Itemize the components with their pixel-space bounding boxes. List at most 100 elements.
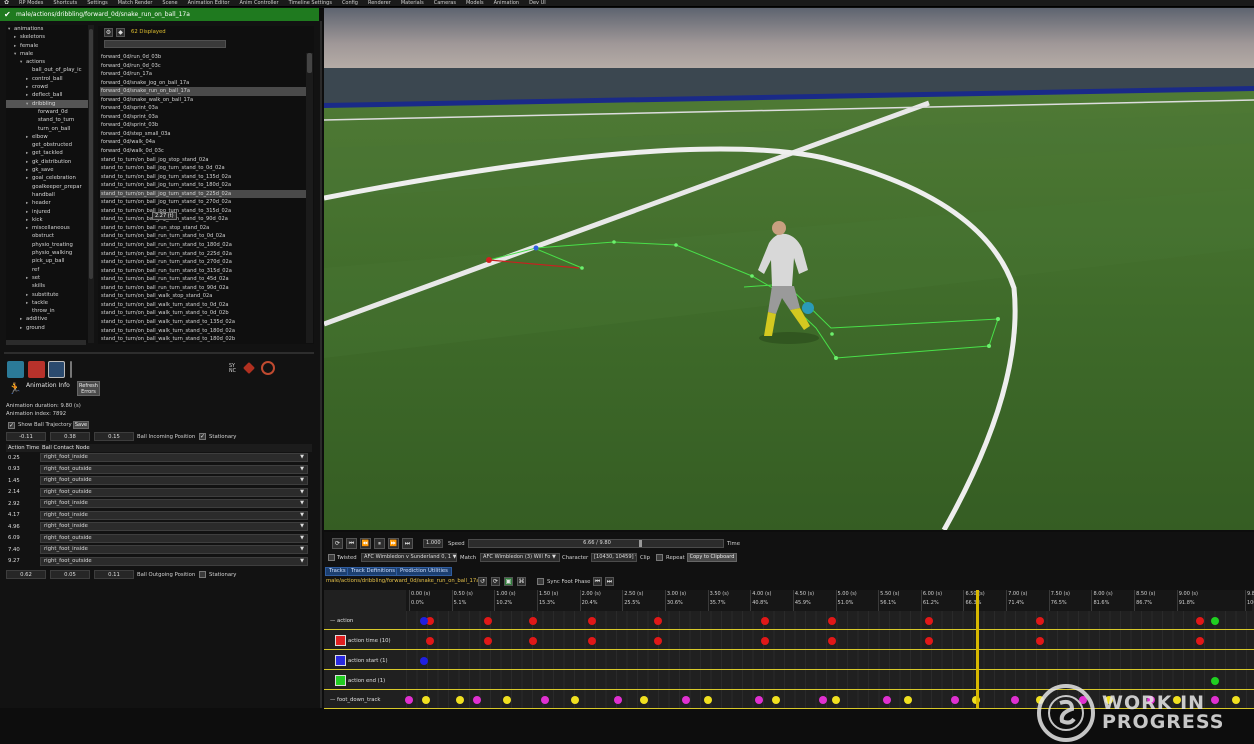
- animation-tree[interactable]: ▾ animations ▸ skeletons ▸ female ▾ male ▾ action…: [6, 25, 90, 343]
- stationary-checkbox[interactable]: ✓: [199, 433, 206, 440]
- running-tool-icon[interactable]: [48, 361, 65, 378]
- pencil-icon[interactable]: [243, 362, 255, 374]
- gamepad-icon[interactable]: ⌘: [517, 577, 526, 586]
- action-time-cell[interactable]: 0.93: [6, 466, 40, 472]
- list-item[interactable]: stand_to_turn/on_ball_jog_turn_stand_to_…: [100, 189, 307, 199]
- tree-node[interactable]: ▸ injured: [6, 208, 90, 216]
- list-item[interactable]: forward_0d/walk_0d_03c: [100, 147, 307, 156]
- menu-item[interactable]: Settings: [82, 0, 113, 6]
- contact-node-dropdown[interactable]: right_foot_outside: [40, 464, 308, 474]
- tree-node[interactable]: physio_treating: [6, 241, 90, 249]
- tree-node[interactable]: throw_in: [6, 307, 90, 315]
- foot-down-key[interactable]: [405, 696, 413, 704]
- foot-down-key[interactable]: [831, 696, 840, 704]
- action-time-key[interactable]: [760, 637, 769, 645]
- action-time-cell[interactable]: 1.45: [6, 478, 40, 484]
- menu-item[interactable]: Timeline Settings: [284, 0, 337, 6]
- outgoing-z-field[interactable]: 0.11: [94, 570, 134, 579]
- tree-node[interactable]: ▸ substitute: [6, 291, 90, 299]
- tree-node[interactable]: ▾ dribbling: [6, 99, 90, 108]
- action-time-cell[interactable]: 2.14: [6, 489, 40, 495]
- collapse-icon[interactable]: —: [330, 618, 337, 624]
- list-item[interactable]: forward_0d/run_0d_03c: [100, 62, 307, 71]
- incoming-z-field[interactable]: 0.15: [94, 432, 134, 441]
- list-item[interactable]: stand_to_turn/on_ball_jog_turn_stand_to_…: [100, 207, 307, 216]
- list-item[interactable]: forward_0d/walk_04a: [100, 138, 307, 147]
- menu-item[interactable]: Animation: [489, 0, 525, 6]
- action-key[interactable]: [760, 617, 769, 625]
- contact-node-dropdown[interactable]: right_foot_outside: [40, 476, 308, 486]
- list-item[interactable]: stand_to_turn/on_ball_walk_turn_stand_to…: [100, 309, 307, 318]
- tree-node[interactable]: ▸ gk_save: [6, 166, 90, 174]
- tab-prediction-utilities[interactable]: Prediction Utilities: [396, 567, 452, 576]
- tree-node[interactable]: ▸ kick: [6, 216, 90, 224]
- tree-node[interactable]: ▾ actions: [6, 58, 90, 66]
- action-time-key[interactable]: [528, 637, 537, 645]
- tree-node[interactable]: ▸ get_tackled: [6, 149, 90, 157]
- tree-hscrollbar[interactable]: [6, 340, 86, 345]
- action-time-cell[interactable]: 4.96: [6, 524, 40, 530]
- outgoing-y-field[interactable]: 0.05: [50, 570, 90, 579]
- action-key[interactable]: [587, 617, 596, 625]
- pause-icon[interactable]: ⏸: [374, 538, 385, 549]
- list-item[interactable]: stand_to_turn/on_ball_run_turn_stand_to_…: [100, 250, 307, 259]
- menu-item[interactable]: Shortcuts: [48, 0, 82, 6]
- tree-node[interactable]: ▸ miscellaneous: [6, 224, 90, 232]
- contact-node-dropdown[interactable]: right_foot_outside: [40, 533, 308, 543]
- tree-scrollbar[interactable]: [88, 25, 94, 343]
- contact-node-dropdown[interactable]: right_foot_outside: [40, 556, 308, 566]
- foot-down-key[interactable]: [422, 696, 431, 704]
- list-item[interactable]: stand_to_turn/on_ball_run_stop_stand_02a: [100, 224, 307, 233]
- menu-item[interactable]: Cameras: [429, 0, 461, 6]
- tree-node[interactable]: skills: [6, 282, 90, 290]
- step-back-icon[interactable]: ⏪: [360, 538, 371, 549]
- menu-item[interactable]: Animation Editor: [183, 0, 235, 6]
- action-time-key[interactable]: [1195, 637, 1204, 645]
- track-row[interactable]: — action: [324, 612, 1254, 630]
- list-item[interactable]: stand_to_turn/on_ball_run_turn_stand_to_…: [100, 275, 307, 284]
- list-item[interactable]: stand_to_turn/on_ball_run_turn_stand_to_…: [100, 284, 307, 293]
- tree-node[interactable]: goalkeeper_prepar: [6, 183, 90, 191]
- toolbox-icon[interactable]: [28, 361, 45, 378]
- tree-node[interactable]: turn_on_ball: [6, 125, 90, 133]
- tree-node[interactable]: ▸ tackle: [6, 299, 90, 307]
- contact-node-dropdown[interactable]: right_foot_inside: [40, 453, 308, 463]
- loop-icon[interactable]: ⟳: [332, 538, 343, 549]
- time-ruler[interactable]: 0.00 (s) 0.0% 0.50 (s) 5.1% 1.00 (s) 10.2% 1.5…: [406, 590, 1254, 611]
- clip-dropdown[interactable]: [10430, 10459] ▼: [591, 553, 637, 562]
- foot-down-key[interactable]: [703, 696, 712, 704]
- contact-node-dropdown[interactable]: right_foot_outside: [40, 487, 308, 497]
- step-forward-icon[interactable]: ⏩: [388, 538, 399, 549]
- list-item[interactable]: stand_to_turn/on_ball_jog_turn_stand_to_…: [100, 181, 307, 190]
- tree-node[interactable]: ▸ skeletons: [6, 33, 90, 41]
- prev-marker-icon[interactable]: ⏮: [593, 577, 602, 586]
- list-item[interactable]: forward_0d/step_small_03a: [100, 130, 307, 139]
- action-time-cell[interactable]: 2.92: [6, 501, 40, 507]
- twisted-checkbox[interactable]: ✓: [328, 554, 335, 561]
- incoming-y-field[interactable]: 0.38: [50, 432, 90, 441]
- tree-node[interactable]: get_obstructed: [6, 141, 90, 149]
- track-row[interactable]: action start (1): [324, 652, 1254, 670]
- foot-down-key[interactable]: [950, 696, 959, 704]
- list-item[interactable]: stand_to_turn/on_ball_run_turn_stand_to_…: [100, 258, 307, 267]
- stationary-out-checkbox[interactable]: ✓: [199, 571, 206, 578]
- tree-node[interactable]: physio_walking: [6, 249, 90, 257]
- action-time-cell[interactable]: 6.09: [6, 535, 40, 541]
- copy-clipboard-button[interactable]: Copy to Clipboard: [687, 553, 737, 562]
- list-item[interactable]: stand_to_turn/on_ball_jog_stop_stand_02a: [100, 156, 307, 165]
- foot-down-key[interactable]: [614, 696, 622, 704]
- contact-node-dropdown[interactable]: right_foot_inside: [40, 510, 308, 520]
- list-item[interactable]: stand_to_turn/on_ball_walk_stop_stand_02…: [100, 292, 307, 301]
- track-row[interactable]: action time (10): [324, 632, 1254, 650]
- list-scrollbar[interactable]: [306, 53, 313, 343]
- tree-node[interactable]: handball: [6, 191, 90, 199]
- timeline-tracks[interactable]: 0.00 (s) 0.0% 0.50 (s) 5.1% 1.00 (s) 10.2% 1.5…: [324, 590, 1254, 742]
- action-time-cell[interactable]: 7.40: [6, 547, 40, 553]
- tree-node[interactable]: ▸ goal_celebration: [6, 174, 90, 182]
- list-item[interactable]: stand_to_turn/on_ball_run_turn_stand_to_…: [100, 267, 307, 276]
- list-item[interactable]: forward_0d/sprint_03a: [100, 113, 307, 122]
- contact-node-dropdown[interactable]: right_foot_inside: [40, 522, 308, 532]
- playhead[interactable]: [976, 590, 980, 708]
- timeline-tool-icon[interactable]: ▣: [504, 577, 513, 586]
- menu-item[interactable]: Renderer: [363, 0, 396, 6]
